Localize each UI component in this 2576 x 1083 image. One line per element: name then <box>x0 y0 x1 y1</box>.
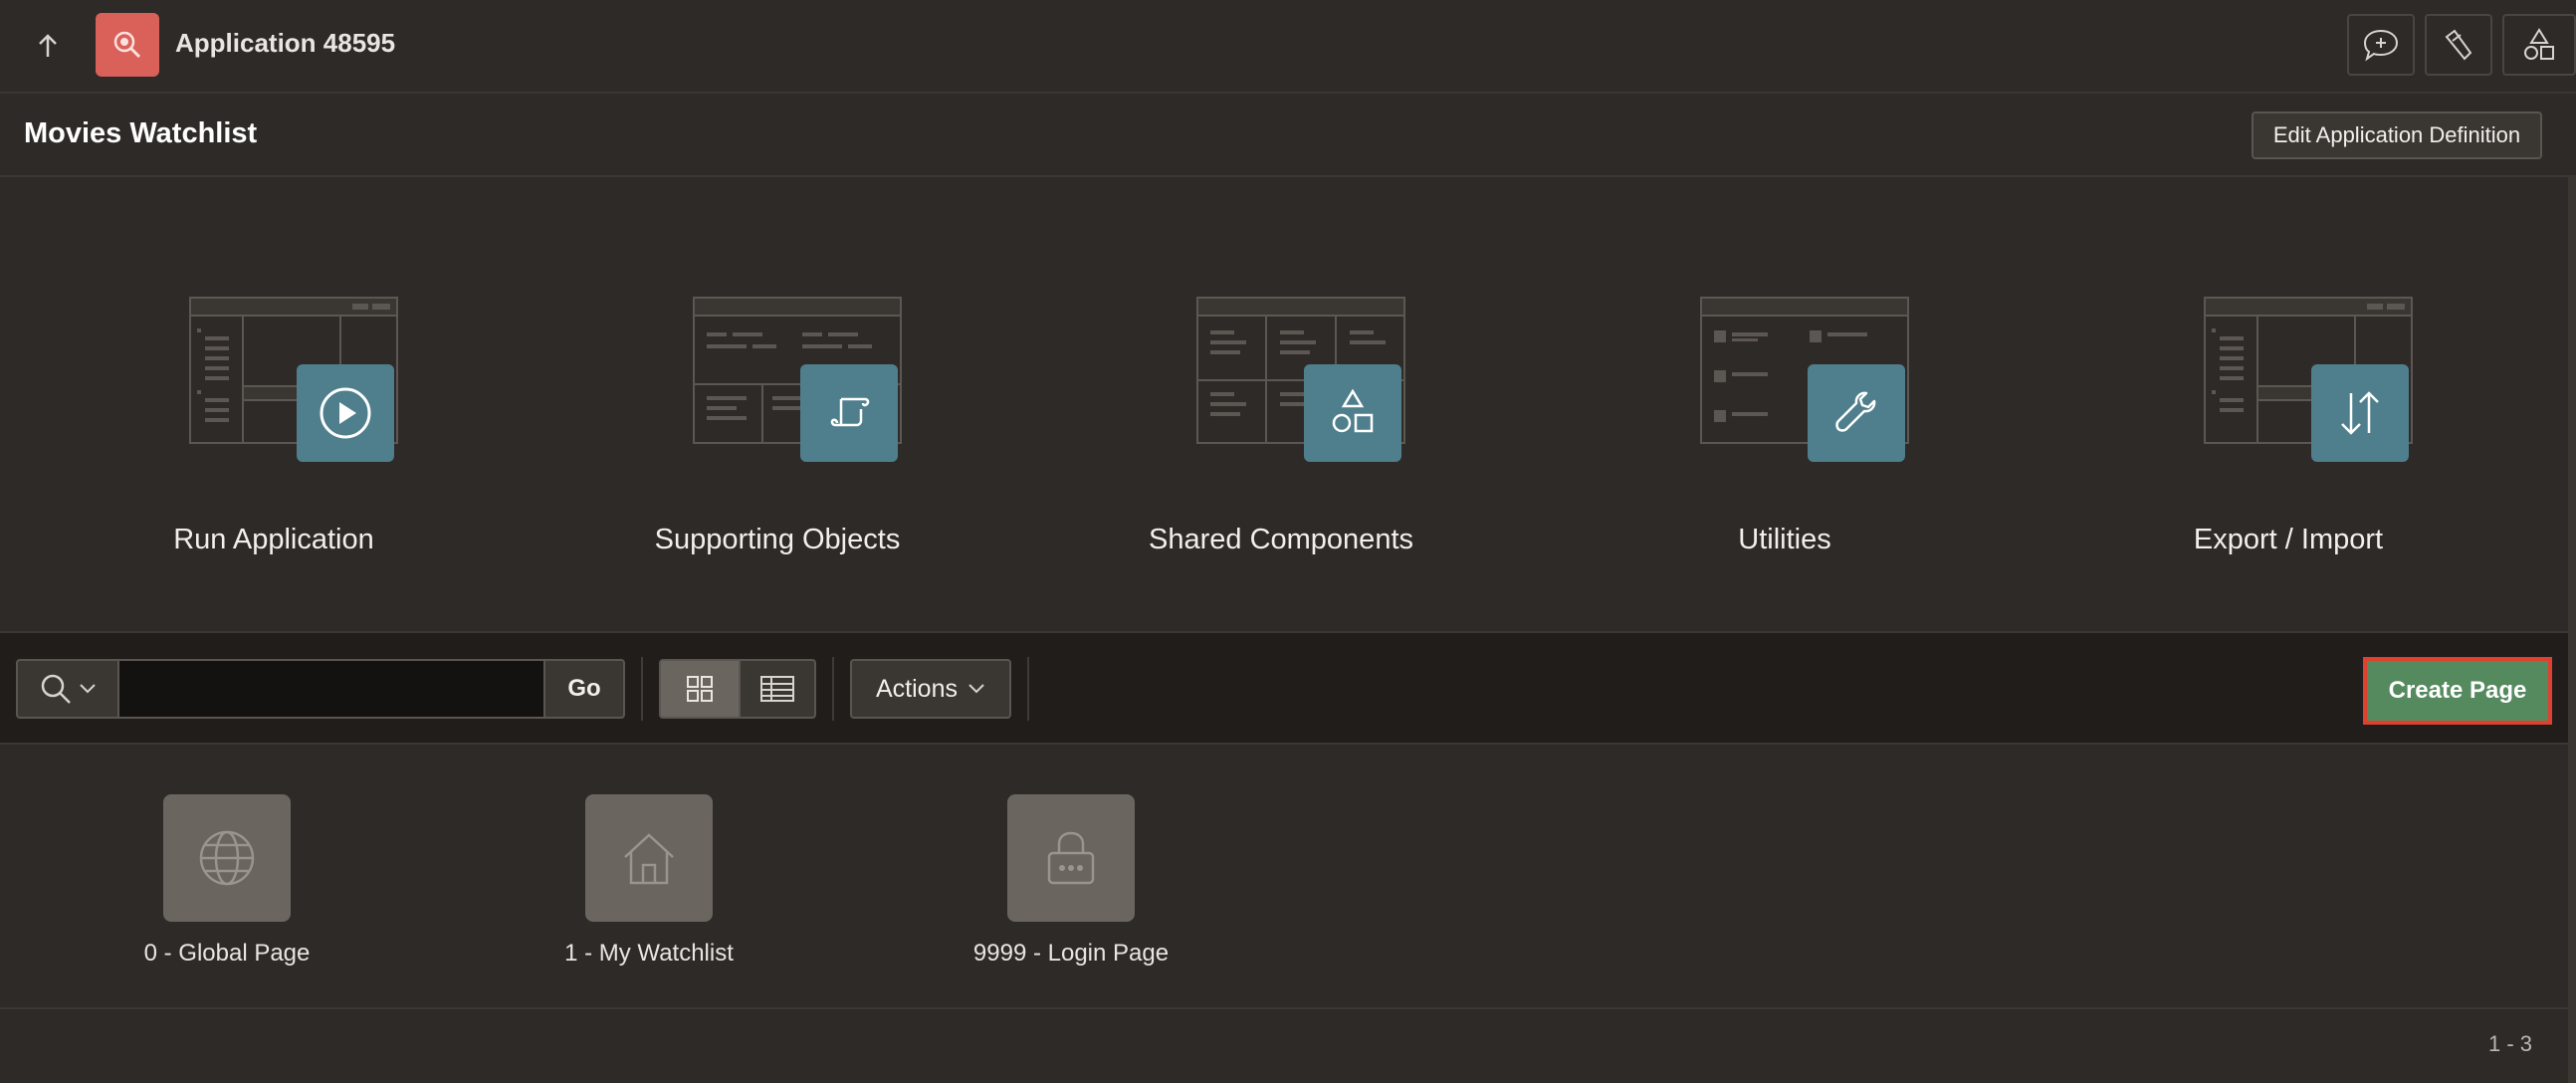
chevron-down-icon <box>80 684 96 694</box>
tile-label: Export / Import <box>2193 524 2384 555</box>
toolbar-separator <box>641 657 643 721</box>
tile-export-import[interactable]: Export / Import <box>2037 199 2540 577</box>
wrench-icon <box>1835 391 1876 432</box>
tile-label: Supporting Objects <box>654 524 901 555</box>
go-button[interactable]: Go <box>545 659 625 719</box>
toolbar-separator <box>832 657 834 721</box>
feedback-button[interactable] <box>2347 14 2415 76</box>
scroll-badge <box>800 364 898 462</box>
up-arrow-icon <box>39 34 57 57</box>
tile-supporting-objects[interactable]: Supporting Objects <box>526 199 1029 577</box>
tile-label: Shared Components <box>1149 524 1413 555</box>
page-tile-login[interactable]: 9999 - Login Page <box>922 794 1220 974</box>
up-arrow-button[interactable] <box>26 26 70 66</box>
page-tile-my-watchlist[interactable]: 1 - My Watchlist <box>500 794 798 974</box>
actions-label: Actions <box>876 674 958 703</box>
tile-label: Utilities <box>1738 524 1831 555</box>
feedback-icon <box>2363 29 2399 62</box>
globe-icon <box>199 830 255 886</box>
search-type-button[interactable] <box>16 659 117 719</box>
page-label: 9999 - Login Page <box>972 940 1170 967</box>
play-badge <box>297 364 394 462</box>
tile-run-application[interactable]: Run Application <box>22 199 526 577</box>
page-icon-box <box>1007 794 1135 922</box>
table-icon <box>760 676 794 702</box>
shapes-icon <box>2524 28 2554 60</box>
header-divider <box>0 175 2576 177</box>
tile-utilities[interactable]: Utilities <box>1533 199 2037 577</box>
footer-divider <box>0 1007 2568 1009</box>
arrows-badge <box>2311 364 2409 462</box>
report-view-button[interactable] <box>741 659 816 719</box>
page-tile-global[interactable]: 0 - Global Page <box>78 794 376 974</box>
wrench-badge <box>1808 364 1905 462</box>
play-icon <box>320 387 371 439</box>
flashlight-button[interactable] <box>2425 14 2492 76</box>
shapes-badge <box>1304 364 1401 462</box>
tile-shared-components[interactable]: Shared Components <box>1029 199 1533 577</box>
arrows-updown-icon <box>2341 391 2379 435</box>
chevron-down-icon <box>968 684 984 694</box>
flashlight-icon <box>2445 29 2472 61</box>
tile-label: Run Application <box>173 524 374 555</box>
search-input[interactable] <box>117 659 545 719</box>
page-title: Movies Watchlist <box>24 117 258 149</box>
create-page-button[interactable]: Create Page <box>2363 657 2552 725</box>
edit-application-definition-button[interactable]: Edit Application Definition <box>2252 111 2542 159</box>
page-icon-box <box>585 794 713 922</box>
page-label: 1 - My Watchlist <box>564 940 734 967</box>
toolbar-separator <box>1027 657 1029 721</box>
search-icon <box>41 674 71 704</box>
actions-menu-button[interactable]: Actions <box>850 659 1011 719</box>
scroll-icon <box>830 397 870 427</box>
lock-icon <box>1047 831 1095 885</box>
shapes-icon <box>1332 388 1374 433</box>
home-icon <box>624 833 674 885</box>
pagination-info: 1 - 3 <box>2488 1031 2533 1056</box>
page-label: 0 - Global Page <box>143 940 311 967</box>
application-title[interactable]: Application 48595 <box>175 28 395 59</box>
icon-view-button[interactable] <box>659 659 741 719</box>
scrollbar[interactable] <box>2568 177 2576 1083</box>
shapes-button[interactable] <box>2502 14 2576 76</box>
grid-icon <box>687 676 713 702</box>
app-badge-icon <box>96 13 159 77</box>
page-icon-box <box>163 794 291 922</box>
